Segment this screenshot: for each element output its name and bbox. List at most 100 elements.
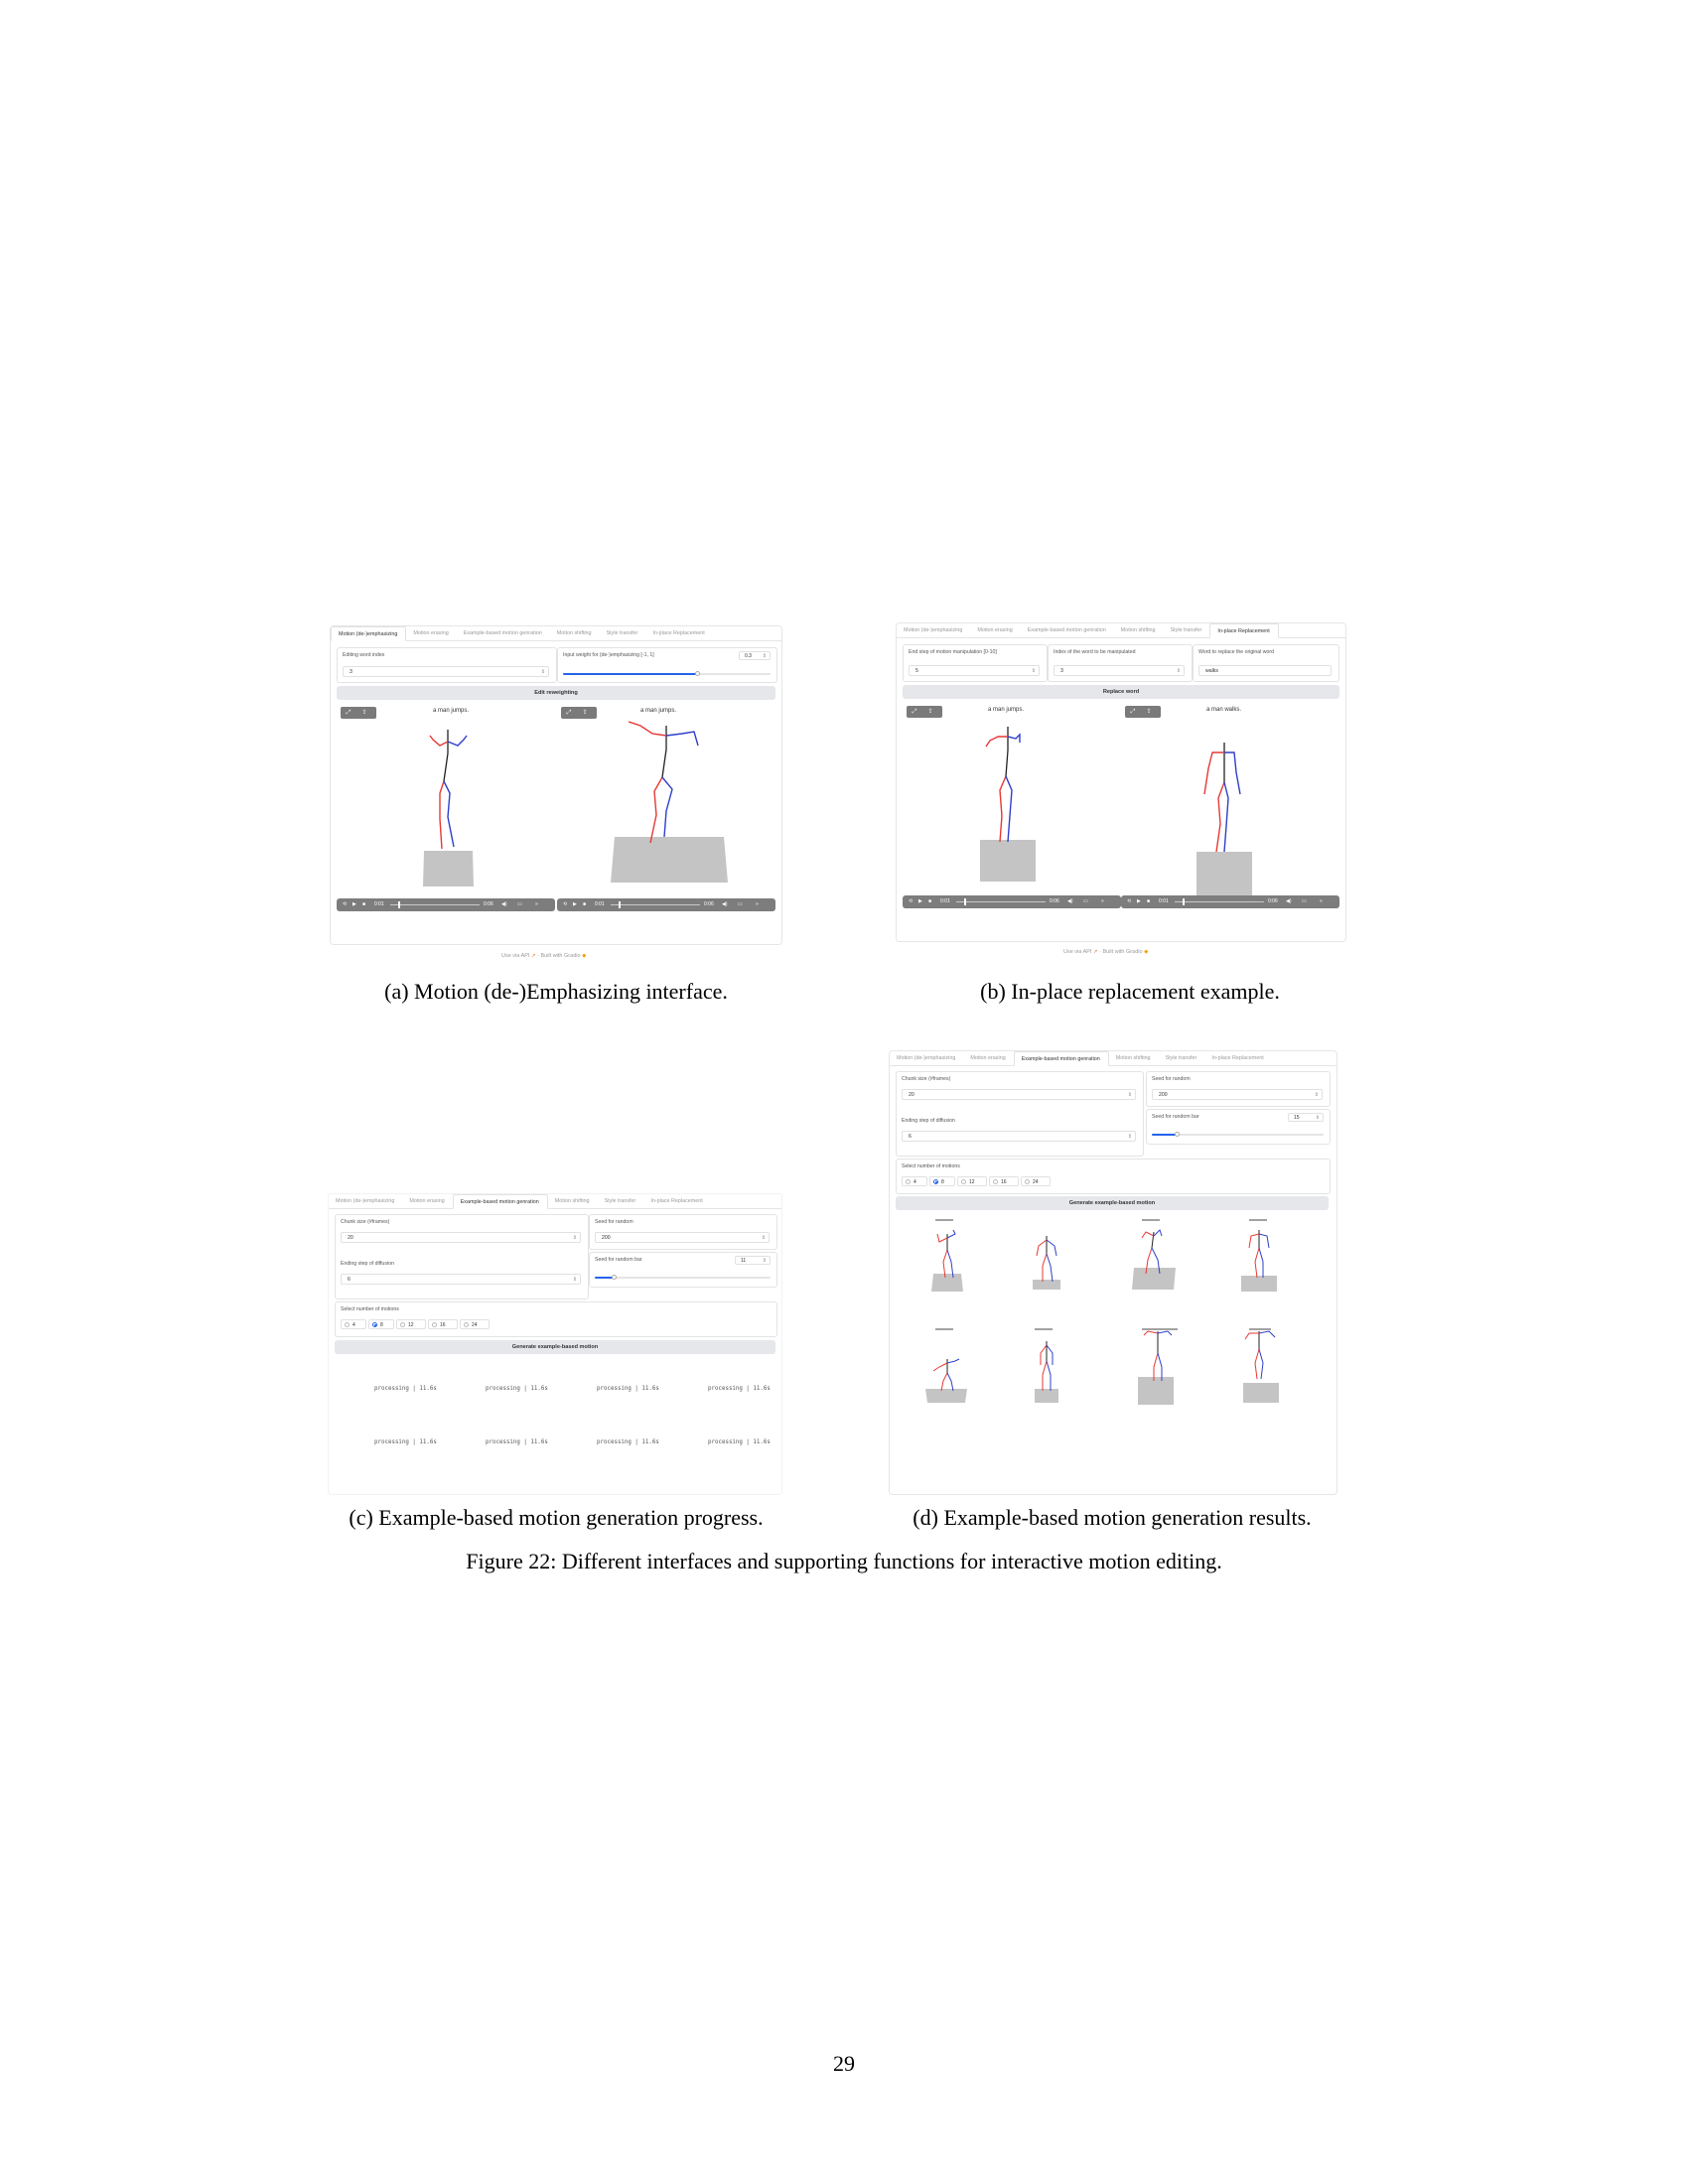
tab-example-based[interactable]: Example-based motion genration <box>452 1194 548 1209</box>
tab-motion-emphasizing[interactable]: Motion (de-)emphasizing <box>329 1194 402 1208</box>
radio-option-24[interactable]: 24 <box>460 1319 490 1329</box>
expand-icon[interactable]: ⤢ <box>907 706 922 718</box>
video-player-controls[interactable]: ⟲ ▶ ■ 0:01 0:06 ◀) ▭ » <box>903 895 1121 908</box>
replacement-word-input[interactable]: walks <box>1198 665 1332 676</box>
built-with-gradio-link[interactable]: Built with Gradio <box>1102 949 1142 955</box>
screen-icon[interactable]: ▭ <box>1083 895 1088 908</box>
generate-example-based-motion-button[interactable]: Generate example-based motion <box>896 1196 1329 1210</box>
radio-option-4[interactable]: 4 <box>902 1176 927 1186</box>
edit-reweighting-button[interactable]: Edit reweighting <box>337 686 775 700</box>
play-icon[interactable]: ▶ <box>918 895 922 908</box>
weight-slider[interactable] <box>563 671 771 676</box>
tab-motion-shifting[interactable]: Motion shifting <box>1109 1051 1159 1065</box>
seed-input[interactable]: 200 ⇕ <box>595 1232 770 1243</box>
volume-icon[interactable]: ◀) <box>501 898 507 911</box>
skip-icon[interactable]: » <box>535 898 538 911</box>
stepper-icon[interactable]: ⇕ <box>1032 666 1036 677</box>
stepper-icon[interactable]: ⇕ <box>573 1233 577 1244</box>
radio-option-8[interactable]: 8 <box>368 1319 394 1329</box>
stepper-icon[interactable]: ⇕ <box>763 652 767 661</box>
chunk-size-input[interactable]: 20 ⇕ <box>341 1232 581 1243</box>
screen-icon[interactable]: ▭ <box>738 898 743 911</box>
tab-motion-erasing[interactable]: Motion erasing <box>402 1194 452 1208</box>
tab-motion-erasing[interactable]: Motion erasing <box>970 623 1020 637</box>
editing-word-index-input[interactable]: 3 ⇕ <box>343 666 549 677</box>
video-player-controls[interactable]: ⟲ ▶ ■ 0:01 0:06 ◀) ▭ » <box>557 898 775 911</box>
tab-example-based[interactable]: Example-based motion genration <box>457 626 550 640</box>
tab-in-place-replacement[interactable]: In-place Replacement <box>1209 623 1279 638</box>
share-icon[interactable]: ⇪ <box>356 707 372 719</box>
video-player-controls[interactable]: ⟲ ▶ ■ 0:01 0:06 ◀) ▭ » <box>1121 895 1339 908</box>
tab-example-based[interactable]: Example-based motion genration <box>1021 623 1114 637</box>
stepper-icon[interactable]: ⇕ <box>1316 1114 1320 1123</box>
share-icon[interactable]: ⇪ <box>922 706 938 718</box>
screen-icon[interactable]: ▭ <box>1302 895 1307 908</box>
radio-option-4[interactable]: 4 <box>341 1319 366 1329</box>
radio-option-8[interactable]: 8 <box>929 1176 955 1186</box>
expand-icon[interactable]: ⤢ <box>561 707 577 719</box>
stepper-icon[interactable]: ⇕ <box>541 667 545 678</box>
stepper-icon[interactable]: ⇕ <box>763 1257 767 1266</box>
tab-motion-shifting[interactable]: Motion shifting <box>548 1194 598 1208</box>
word-index-input[interactable]: 3 ⇕ <box>1054 665 1185 676</box>
tab-in-place-replacement[interactable]: In-place Replacement <box>643 1194 710 1208</box>
stepper-icon[interactable]: ⇕ <box>1128 1132 1132 1143</box>
stop-icon[interactable]: ■ <box>928 895 931 908</box>
radio-option-24[interactable]: 24 <box>1021 1176 1051 1186</box>
tab-style-transfer[interactable]: Style transfer <box>1159 1051 1205 1065</box>
skip-icon[interactable]: » <box>1320 895 1323 908</box>
tab-style-transfer[interactable]: Style transfer <box>1164 623 1210 637</box>
tab-example-based[interactable]: Example-based motion genration <box>1013 1051 1109 1066</box>
weight-number-input[interactable]: 0.3 ⇕ <box>739 651 771 660</box>
replay-icon[interactable]: ⟲ <box>343 898 347 911</box>
stop-icon[interactable]: ■ <box>583 898 586 911</box>
video-seek-bar[interactable] <box>611 904 700 905</box>
tab-motion-emphasizing[interactable]: Motion (de-)emphasizing <box>890 1051 963 1065</box>
tab-in-place-replacement[interactable]: In-place Replacement <box>1204 1051 1271 1065</box>
tab-style-transfer[interactable]: Style transfer <box>598 1194 644 1208</box>
slider-handle[interactable] <box>695 671 701 676</box>
slider-handle[interactable] <box>611 1275 617 1280</box>
play-icon[interactable]: ▶ <box>1137 895 1141 908</box>
volume-icon[interactable]: ◀) <box>1067 895 1073 908</box>
skip-icon[interactable]: » <box>1101 895 1104 908</box>
video-seek-bar[interactable] <box>390 904 480 905</box>
seed-bar-slider[interactable] <box>1152 1132 1324 1137</box>
radio-option-16[interactable]: 16 <box>989 1176 1019 1186</box>
expand-icon[interactable]: ⤢ <box>1125 706 1141 718</box>
tab-style-transfer[interactable]: Style transfer <box>600 626 646 640</box>
ending-step-input[interactable]: 6 ⇕ <box>341 1274 581 1285</box>
seek-handle[interactable] <box>398 901 400 908</box>
replay-icon[interactable]: ⟲ <box>1127 895 1131 908</box>
stop-icon[interactable]: ■ <box>1147 895 1150 908</box>
stepper-icon[interactable]: ⇕ <box>573 1275 577 1286</box>
generate-example-based-motion-button[interactable]: Generate example-based motion <box>335 1340 775 1354</box>
stepper-icon[interactable]: ⇕ <box>1177 666 1181 677</box>
skip-icon[interactable]: » <box>756 898 759 911</box>
tab-motion-emphasizing[interactable]: Motion (de-)emphasizing <box>897 623 970 637</box>
replay-icon[interactable]: ⟲ <box>909 895 913 908</box>
end-step-input[interactable]: 5 ⇕ <box>909 665 1040 676</box>
seed-bar-slider[interactable] <box>595 1275 771 1280</box>
tab-motion-shifting[interactable]: Motion shifting <box>1114 623 1164 637</box>
stepper-icon[interactable]: ⇕ <box>1128 1090 1132 1101</box>
seek-handle[interactable] <box>964 898 966 905</box>
seed-bar-number-input[interactable]: 11 ⇕ <box>735 1256 771 1265</box>
use-via-api-link[interactable]: Use via API <box>1063 949 1091 955</box>
tab-in-place-replacement[interactable]: In-place Replacement <box>645 626 712 640</box>
chunk-size-input[interactable]: 20 ⇕ <box>902 1089 1136 1100</box>
stepper-icon[interactable]: ⇕ <box>762 1233 766 1244</box>
volume-icon[interactable]: ◀) <box>1286 895 1292 908</box>
play-icon[interactable]: ▶ <box>352 898 356 911</box>
tab-motion-erasing[interactable]: Motion erasing <box>406 626 456 640</box>
video-seek-bar[interactable] <box>956 901 1046 902</box>
video-player-controls[interactable]: ⟲ ▶ ■ 0:01 0:06 ◀) ▭ » <box>337 898 555 911</box>
tab-motion-emphasizing[interactable]: Motion (de-)emphasizing <box>331 626 407 641</box>
ending-step-input[interactable]: 6 ⇕ <box>902 1131 1136 1142</box>
built-with-gradio-link[interactable]: Built with Gradio <box>540 953 580 959</box>
share-icon[interactable]: ⇪ <box>577 707 593 719</box>
stepper-icon[interactable]: ⇕ <box>1315 1090 1319 1101</box>
video-seek-bar[interactable] <box>1175 901 1264 902</box>
screen-icon[interactable]: ▭ <box>517 898 522 911</box>
radio-option-12[interactable]: 12 <box>957 1176 987 1186</box>
